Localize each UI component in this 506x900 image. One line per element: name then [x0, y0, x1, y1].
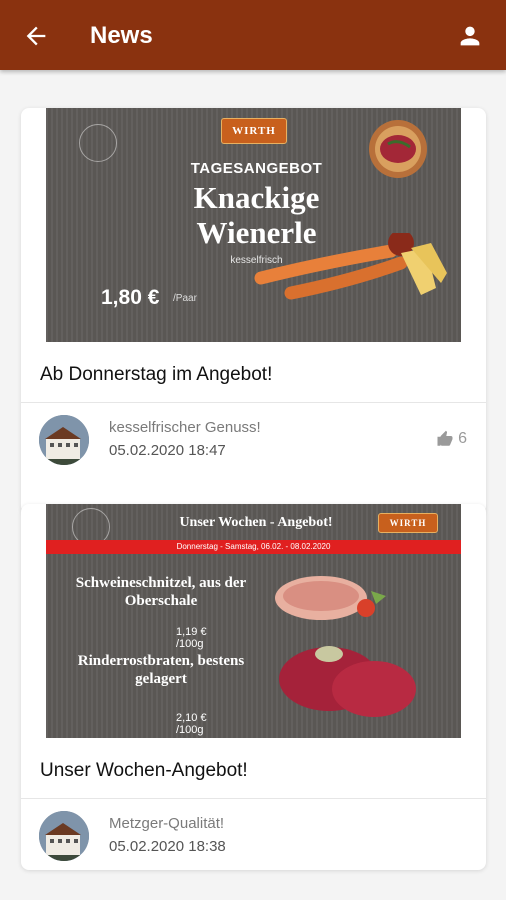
post-headline: Ab Donnerstag im Angebot! [40, 364, 273, 385]
offer-item-beef: Rinderrostbraten, bestens gelagert [77, 653, 245, 687]
post-headline: Unser Wochen-Angebot! [40, 760, 248, 781]
thumbs-up-icon [437, 430, 453, 446]
user-profile-icon[interactable] [456, 22, 484, 50]
beef-steak-icon [279, 646, 416, 717]
post-caption: Metzger-Qualität! [109, 815, 225, 832]
offer-title: Unser Wochen - Angebot! [179, 515, 333, 530]
post-date: 05.02.2020 18:47 [109, 442, 226, 459]
offer-item-pork: Schweineschnitzel, aus der Oberschale [75, 575, 247, 609]
like-button[interactable]: 6 [436, 430, 467, 448]
post-caption: kesselfrischer Genuss! [109, 419, 261, 436]
card-divider [21, 402, 486, 403]
post-date: 05.02.2020 18:38 [109, 838, 226, 855]
page-title: News [90, 22, 153, 49]
price-unit: /Paar [173, 293, 197, 304]
back-arrow-icon[interactable] [22, 22, 50, 50]
building-image [39, 811, 89, 861]
offer-subtitle: TAGESANGEBOT [190, 160, 323, 177]
butcher-seal-icon [79, 124, 117, 162]
pork-cutlet-icon [275, 576, 386, 620]
wirth-logo: WIRTH [221, 118, 287, 144]
offer-price-pork: 1,19 € /100g [176, 626, 207, 650]
offer-price-beef: 2,10 € /100g [176, 712, 207, 736]
offer-period: Donnerstag - Samstag, 06.02. - 08.02.202… [46, 540, 461, 554]
building-image [39, 415, 89, 465]
post-image[interactable]: Unser Wochen - Angebot! WIRTH Donnerstag… [46, 504, 461, 738]
like-count: 6 [458, 430, 467, 447]
author-avatar[interactable] [39, 811, 89, 861]
post-image[interactable]: WIRTH TAGESANGEBOT Knackige Wienerle kes… [46, 108, 461, 342]
news-card[interactable]: WIRTH TAGESANGEBOT Knackige Wienerle kes… [21, 108, 486, 514]
steak-icon [369, 120, 427, 178]
app-bar: News [0, 0, 506, 70]
wirth-logo: WIRTH [378, 513, 438, 533]
author-avatar[interactable] [39, 415, 89, 465]
card-divider [21, 798, 486, 799]
sausages-icon [254, 233, 447, 300]
news-feed[interactable]: WIRTH TAGESANGEBOT Knackige Wienerle kes… [0, 70, 506, 900]
product-price: 1,80 € [101, 286, 160, 309]
news-card[interactable]: Unser Wochen - Angebot! WIRTH Donnerstag… [21, 504, 486, 870]
